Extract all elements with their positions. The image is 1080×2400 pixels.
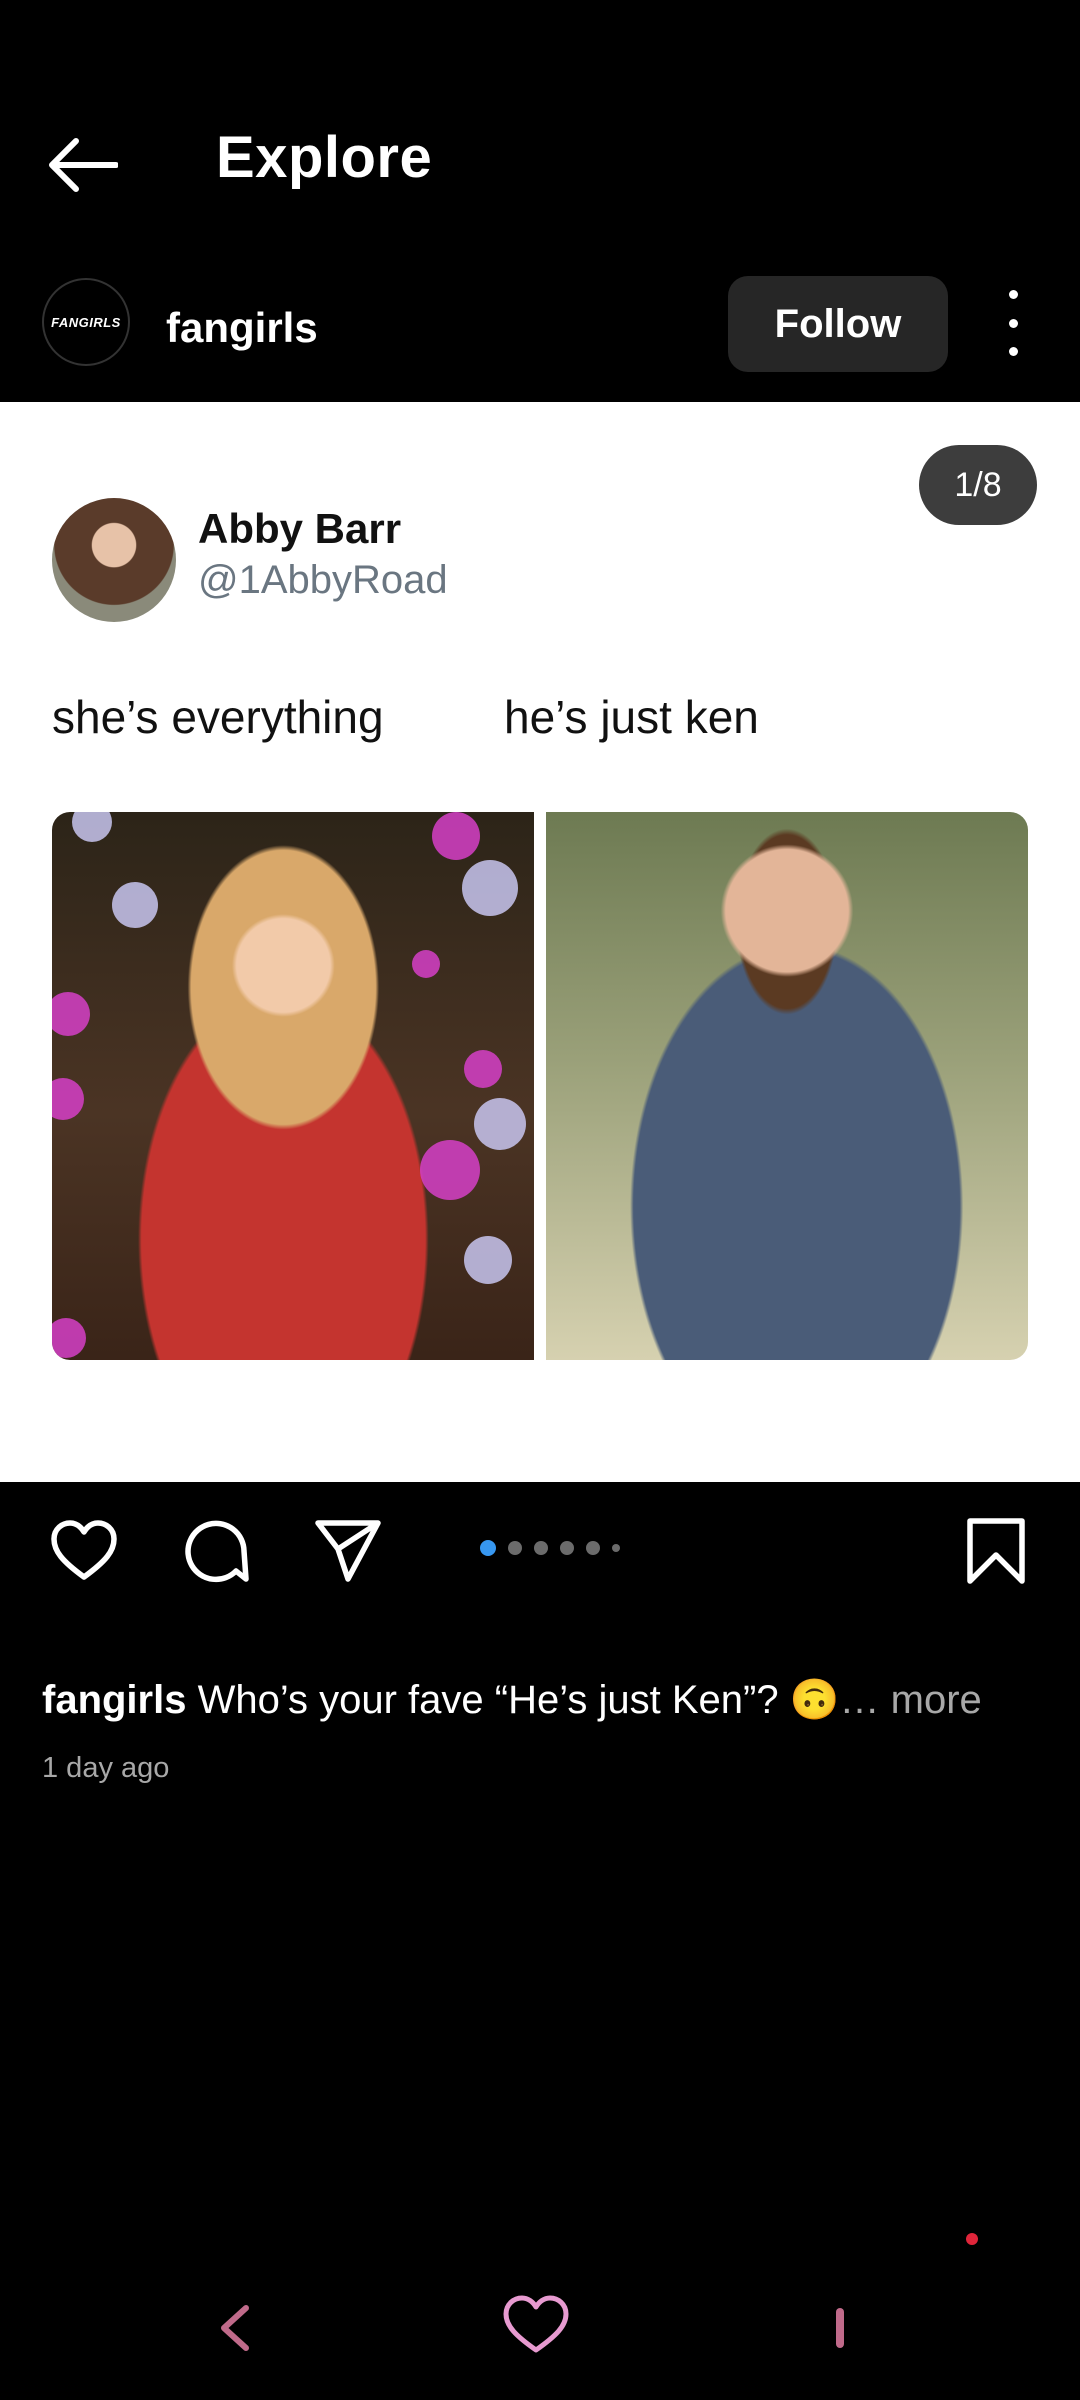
follow-button[interactable]: Follow: [728, 276, 948, 372]
account-username[interactable]: fangirls: [166, 304, 318, 352]
post-timestamp: 1 day ago: [42, 1752, 170, 1784]
pager-dot: [560, 1541, 574, 1555]
heart-icon[interactable]: [48, 1515, 120, 1587]
carousel-pager: [480, 1540, 620, 1556]
comment-icon[interactable]: [180, 1515, 252, 1587]
back-button[interactable]: [42, 130, 122, 200]
share-icon[interactable]: [312, 1515, 384, 1587]
tweet-author-handle: @1AbbyRoad: [198, 558, 448, 602]
bookmark-icon[interactable]: [960, 1515, 1032, 1587]
system-home-heart-icon[interactable]: [500, 2292, 572, 2356]
pager-dot: [612, 1544, 620, 1552]
arrow-left-icon: [49, 138, 118, 192]
carousel-counter: 1/8: [919, 445, 1037, 525]
caption-more-link[interactable]: … more: [840, 1678, 982, 1722]
post-caption[interactable]: fangirls Who’s your fave “He’s just Ken”…: [42, 1676, 982, 1723]
more-options-icon[interactable]: [990, 290, 1036, 356]
tweet-author-name: Abby Barr: [198, 505, 402, 552]
pager-dot: [586, 1541, 600, 1555]
photo-man: [546, 812, 1028, 1360]
notification-dot: [966, 2233, 978, 2245]
account-avatar[interactable]: FANGIRLS: [42, 278, 130, 366]
caption-username[interactable]: fangirls: [42, 1678, 186, 1722]
page-title: Explore: [216, 125, 433, 190]
top-header: Explore: [0, 0, 1080, 270]
pager-dot: [480, 1540, 496, 1556]
tweet-author-avatar: [52, 498, 176, 622]
caption-text: Who’s your fave “He’s just Ken”? 🙃: [186, 1678, 840, 1722]
photo-woman: [52, 812, 534, 1360]
system-back-icon[interactable]: [210, 2300, 260, 2356]
tweet-caption-left: she’s everything: [52, 691, 384, 743]
tweet-caption-right: he’s just ken: [504, 691, 759, 743]
pager-dot: [508, 1541, 522, 1555]
system-recents-button[interactable]: [836, 2308, 844, 2348]
pager-dot: [534, 1541, 548, 1555]
